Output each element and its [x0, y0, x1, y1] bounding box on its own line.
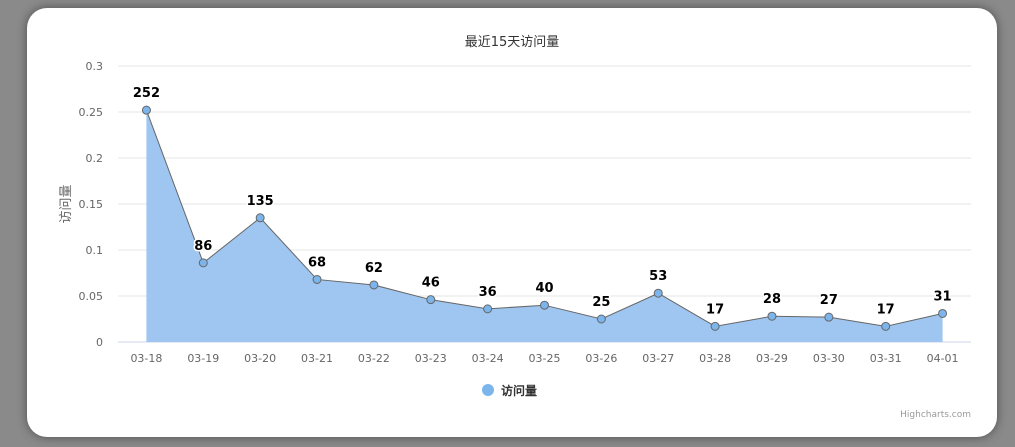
data-point[interactable]: [540, 300, 549, 310]
data-point[interactable]: [881, 321, 891, 331]
y-axis-title: 访问量: [59, 184, 74, 223]
chart-svg: 最近15天访问量 访问量 0 0.05 0.1 0.15 0.2 0.25 0.3 03-1…: [59, 35, 971, 420]
data-label: 40: [535, 281, 553, 296]
data-point[interactable]: [710, 321, 720, 331]
data-point[interactable]: [938, 308, 948, 318]
data-point[interactable]: [767, 311, 777, 321]
x-tick-label: 03-26: [585, 352, 617, 365]
y-tick-label: 0.1: [86, 244, 104, 257]
credits-link[interactable]: Highcharts.com: [900, 410, 971, 420]
legend[interactable]: 访问量: [482, 383, 537, 398]
data-point[interactable]: [255, 213, 265, 223]
data-point[interactable]: [369, 280, 379, 290]
data-label: 28: [763, 292, 781, 307]
y-tick-label: 0.3: [86, 60, 104, 73]
x-tick-label: 03-22: [358, 352, 390, 365]
y-tick-label: 0.15: [79, 198, 104, 211]
data-label: 68: [308, 255, 326, 270]
x-tick-label: 04-01: [927, 352, 959, 365]
y-tick-label: 0.25: [79, 106, 104, 119]
data-label: 25: [592, 295, 610, 310]
data-point[interactable]: [312, 274, 322, 284]
data-label: 53: [649, 269, 667, 284]
x-tick-label: 03-28: [699, 352, 731, 365]
x-tick-label: 03-24: [472, 352, 504, 365]
data-point[interactable]: [824, 312, 834, 322]
x-tick-label: 03-19: [187, 352, 219, 365]
x-tick-label: 03-31: [870, 352, 902, 365]
data-label: 62: [365, 261, 383, 276]
x-tick-label: 03-23: [415, 352, 447, 365]
data-label: 252: [133, 86, 160, 101]
data-label: 46: [422, 276, 440, 291]
y-axis-ticks: 0 0.05 0.1 0.15 0.2 0.25 0.3: [79, 60, 104, 349]
data-label: 135: [247, 194, 274, 209]
data-point[interactable]: [426, 295, 436, 305]
chart-title: 最近15天访问量: [465, 35, 560, 50]
y-tick-label: 0.05: [79, 290, 104, 303]
x-tick-label: 03-21: [301, 352, 333, 365]
x-tick-label: 03-25: [529, 352, 561, 365]
y-tick-label: 0: [96, 336, 103, 349]
x-tick-label: 03-20: [244, 352, 276, 365]
data-label: 36: [479, 285, 497, 300]
data-label: 27: [820, 293, 838, 308]
data-label: 17: [706, 302, 724, 317]
x-axis-ticks: 03-18 03-19 03-20 03-21 03-22 03-23 03-24 03-25…: [130, 352, 958, 365]
x-tick-label: 03-29: [756, 352, 788, 365]
data-point[interactable]: [596, 314, 606, 324]
x-tick-label: 03-30: [813, 352, 845, 365]
legend-marker: [482, 384, 494, 396]
data-label: 86: [194, 239, 212, 254]
legend-item-label[interactable]: 访问量: [501, 383, 537, 398]
data-point[interactable]: [483, 304, 493, 314]
data-point[interactable]: [653, 288, 663, 298]
y-tick-label: 0.2: [86, 152, 104, 165]
x-tick-label: 03-27: [642, 352, 674, 365]
data-point[interactable]: [198, 258, 208, 268]
x-tick-label: 03-18: [130, 352, 162, 365]
data-label: 31: [934, 289, 952, 304]
data-label: 17: [877, 302, 895, 317]
data-point[interactable]: [141, 105, 151, 115]
